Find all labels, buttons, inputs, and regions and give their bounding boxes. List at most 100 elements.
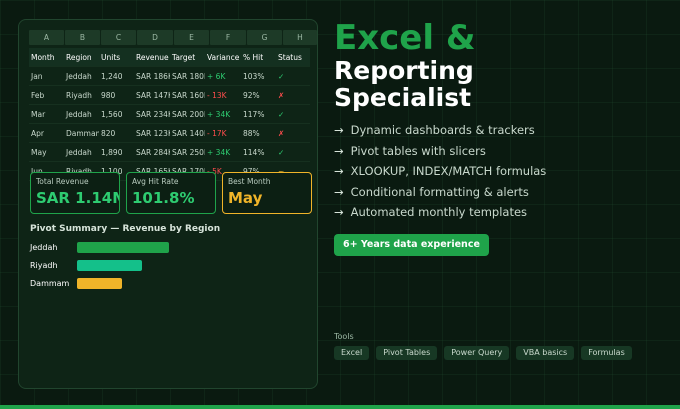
experience-badge[interactable]: 6+ Years data experience: [334, 234, 489, 256]
table-cell[interactable]: - 13K: [205, 91, 241, 100]
table-cell[interactable]: SAR 180K: [170, 72, 205, 81]
tool-tag[interactable]: Pivot Tables: [376, 346, 438, 360]
header-cell[interactable]: Target: [170, 53, 205, 62]
pivot-label: Jeddah: [30, 242, 58, 252]
table-cell[interactable]: SAR 250K: [170, 148, 205, 157]
column-letter[interactable]: H: [283, 30, 317, 45]
status-cell[interactable]: ✗: [276, 91, 310, 100]
header-cell[interactable]: Units: [99, 53, 134, 62]
column-letter[interactable]: C: [101, 30, 136, 45]
table-cell[interactable]: Mar: [29, 110, 64, 119]
pivot-bar: [77, 259, 142, 271]
header-cell[interactable]: Variance: [205, 53, 241, 62]
table-cell[interactable]: - 17K: [205, 129, 241, 138]
bottom-accent-bar: [0, 405, 680, 409]
kpi-label: Best Month: [228, 177, 271, 186]
table-cell[interactable]: 1,890: [99, 148, 134, 157]
feature-item: → Conditional formatting & alerts: [334, 182, 546, 203]
table-cell[interactable]: Feb: [29, 91, 64, 100]
table-cell[interactable]: Jeddah: [64, 110, 99, 119]
arrow-right-icon: →: [334, 184, 344, 199]
header-cell[interactable]: Month: [29, 53, 64, 62]
table-cell[interactable]: 88%: [241, 129, 276, 138]
header-cell[interactable]: Status: [276, 53, 310, 62]
status-cell[interactable]: ✗: [276, 129, 310, 138]
title-accent: Excel &: [334, 18, 476, 58]
arrow-right-icon: →: [334, 205, 344, 219]
table-cell[interactable]: Jan: [29, 72, 64, 81]
arrow-right-icon: →: [334, 123, 344, 137]
header-cell[interactable]: % Hit: [241, 53, 276, 62]
arrow-right-icon: →: [334, 143, 344, 158]
tool-tag[interactable]: Power Query: [444, 346, 510, 360]
tool-tag[interactable]: Formulas: [581, 346, 632, 360]
table-row: FebRiyadh980SAR 147KSAR 160K- 13K92%✗: [29, 86, 310, 105]
table-cell[interactable]: SAR 123K: [134, 129, 170, 138]
table-header-row: Month Region Units Revenue Target Varian…: [29, 48, 310, 67]
pivot-track: [77, 277, 227, 289]
pivot-row: Dammam: [30, 274, 227, 292]
table-cell[interactable]: 820: [99, 129, 134, 138]
tool-tag[interactable]: VBA basics: [516, 346, 575, 360]
table-cell[interactable]: May: [29, 148, 64, 157]
table-cell[interactable]: Dammam: [64, 129, 99, 138]
table-row: AprDammam820SAR 123KSAR 140K- 17K88%✗: [29, 124, 310, 143]
title-line: Reporting: [334, 56, 474, 85]
kpi-value: SAR 1.14M: [36, 189, 120, 207]
table-cell[interactable]: Riyadh: [64, 91, 99, 100]
header-cell[interactable]: Region: [64, 53, 99, 62]
column-letter[interactable]: A: [29, 30, 64, 45]
pivot-track: [77, 241, 227, 253]
table-cell[interactable]: 114%: [241, 148, 276, 157]
table-cell[interactable]: SAR 160K: [170, 91, 205, 100]
table-cell[interactable]: 1,560: [99, 110, 134, 119]
status-cell[interactable]: ✓: [276, 72, 310, 81]
title-line: Specialist: [334, 83, 472, 112]
status-cell[interactable]: ✓: [276, 148, 310, 157]
table-cell[interactable]: SAR 200K: [170, 110, 205, 119]
table-cell[interactable]: 117%: [241, 110, 276, 119]
table-cell[interactable]: SAR 186K: [134, 72, 170, 81]
table-row: JanJeddah1,240SAR 186KSAR 180K+ 6K103%✓: [29, 67, 310, 86]
kpi-label: Total Revenue: [36, 177, 89, 186]
feature-text: Pivot tables with slicers: [350, 143, 486, 158]
hero-title: Excel & Reporting Specialist: [334, 19, 476, 111]
table-cell[interactable]: + 6K: [205, 72, 241, 81]
table-row: MayJeddah1,890SAR 284KSAR 250K+ 34K114%✓: [29, 143, 310, 162]
column-letter[interactable]: B: [65, 30, 100, 45]
column-letter-row: A B C D E F G H: [29, 30, 317, 45]
table-cell[interactable]: 1,240: [99, 72, 134, 81]
table-cell[interactable]: Apr: [29, 129, 64, 138]
table-cell[interactable]: + 34K: [205, 148, 241, 157]
feature-item: → XLOOKUP, INDEX/MATCH formulas: [334, 161, 546, 182]
tool-tag[interactable]: Excel: [334, 346, 370, 360]
pivot-bar: [77, 277, 122, 289]
status-cell[interactable]: ✓: [276, 110, 310, 119]
header-cell[interactable]: Revenue: [134, 53, 170, 62]
table-cell[interactable]: 103%: [241, 72, 276, 81]
table-cell[interactable]: + 34K: [205, 110, 241, 119]
pivot-label: Riyadh: [30, 260, 58, 270]
table-cell[interactable]: SAR 140K: [170, 129, 205, 138]
feature-text: Dynamic dashboards & trackers: [350, 123, 535, 137]
tools-label: Tools: [334, 332, 354, 341]
table-cell[interactable]: SAR 147K: [134, 91, 170, 100]
table-cell[interactable]: Jeddah: [64, 148, 99, 157]
table-cell[interactable]: 980: [99, 91, 134, 100]
feature-item: → Automated monthly templates: [334, 202, 546, 223]
column-letter[interactable]: D: [137, 30, 173, 45]
table-cell[interactable]: SAR 284K: [134, 148, 170, 157]
pivot-bar: [77, 241, 169, 253]
table-cell[interactable]: SAR 234K: [134, 110, 170, 119]
column-letter[interactable]: E: [174, 30, 209, 45]
pivot-row: Riyadh: [30, 256, 227, 274]
column-letter[interactable]: G: [247, 30, 282, 45]
spreadsheet: A B C D E F G H Month Region Units Reven…: [29, 30, 317, 181]
table-cell[interactable]: 92%: [241, 91, 276, 100]
column-letter[interactable]: F: [210, 30, 246, 45]
pivot-chart: Jeddah Riyadh Dammam: [30, 238, 227, 292]
kpi-value: May: [228, 189, 263, 207]
tools-list: Excel Pivot Tables Power Query VBA basic…: [334, 346, 632, 360]
table-cell[interactable]: Jeddah: [64, 72, 99, 81]
feature-item: → Pivot tables with slicers: [334, 141, 546, 162]
